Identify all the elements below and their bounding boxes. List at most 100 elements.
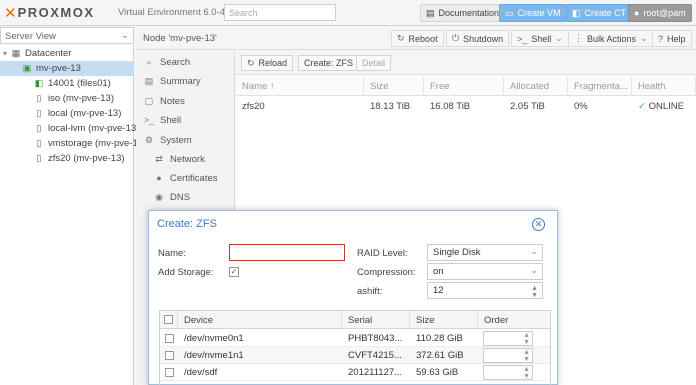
check-circle-icon: ✓ xyxy=(638,101,646,112)
tree-storage-iso[interactable]: ▯ iso (mv-pve-13) xyxy=(34,91,114,106)
create-zfs-label: Create: ZFS xyxy=(304,58,354,68)
name-label: Name: xyxy=(158,248,186,259)
row-checkbox[interactable] xyxy=(165,334,174,343)
storage-icon: ▯ xyxy=(36,93,42,103)
table-row[interactable]: /dev/nvme0n1 PHBT8043... 110.28 GiB ▲ ▼ xyxy=(160,330,550,347)
tree-storage-local[interactable]: ▯ local (mv-pve-13) xyxy=(34,106,122,121)
raid-level-label: RAID Level: xyxy=(357,248,408,259)
server-rack-icon: ▦ xyxy=(11,48,21,58)
menu-label: Search xyxy=(160,56,191,68)
menu-label: Shell xyxy=(160,114,182,126)
tree-storage-local-lvm[interactable]: ▯ local-lvm (mv-pve-13) xyxy=(34,121,140,136)
search-input[interactable]: Search xyxy=(224,4,336,21)
tree-ct-14001[interactable]: ◧ 14001 (files01) xyxy=(34,76,111,91)
col-free[interactable]: Free xyxy=(424,76,504,96)
spinner-icon[interactable]: ▲ ▼ xyxy=(523,349,530,363)
table-row[interactable]: /dev/sdf 201211127... 59.63 GiB ▲ ▼ xyxy=(160,364,550,381)
row-checkbox[interactable] xyxy=(165,368,174,377)
ashift-value: 12 xyxy=(433,285,444,296)
col-health[interactable]: Health xyxy=(632,76,696,96)
menu-label: Notes xyxy=(160,95,185,107)
shutdown-button[interactable]: ⏻ Shutdown xyxy=(446,30,510,47)
reboot-label: Reboot xyxy=(408,33,438,44)
raid-level-select[interactable]: Single Disk ⌄ xyxy=(427,244,543,261)
table-row[interactable]: /dev/nvme1n1 CVFT4215... 372.61 GiB ▲ ▼ xyxy=(160,347,550,364)
user-label: root@pam xyxy=(643,8,686,18)
menu-label: DNS xyxy=(170,191,191,203)
tree-storage-zfs20[interactable]: ▯ zfs20 (mv-pve-13) xyxy=(34,151,125,166)
help-button[interactable]: ? Help xyxy=(652,30,692,47)
col-allocated[interactable]: Allocated xyxy=(504,76,568,96)
select-all-cell xyxy=(160,311,178,329)
storage-icon: ▯ xyxy=(36,123,42,133)
shell-button[interactable]: >_ Shell ⌄ xyxy=(511,30,569,47)
order-stepper[interactable]: ▲ ▼ xyxy=(483,348,533,363)
book-icon: ▤ xyxy=(426,7,435,18)
spinner-icon[interactable]: ▲ ▼ xyxy=(523,332,530,346)
tree-label: local-lvm (mv-pve-13) xyxy=(48,123,140,134)
container-icon: ◧ xyxy=(34,78,44,88)
spinner-icon[interactable]: ▲ ▼ xyxy=(531,285,538,299)
order-stepper[interactable]: ▲ ▼ xyxy=(483,365,533,380)
menu-item-shell[interactable]: >_ Shell xyxy=(143,112,181,128)
cube-icon: ◧ xyxy=(572,7,581,18)
menu-item-certificates[interactable]: ● Certificates xyxy=(153,170,217,186)
name-input[interactable] xyxy=(229,244,345,261)
documentation-label: Documentation xyxy=(438,8,500,18)
server-view-select[interactable]: Server View ⌄ xyxy=(0,27,134,44)
cell-size: 110.28 GiB xyxy=(416,333,463,344)
col-device[interactable]: Device xyxy=(178,311,342,329)
menu-item-system[interactable]: ⚙ System xyxy=(143,132,192,148)
logo-text: PROXMOX xyxy=(17,5,95,20)
col-serial[interactable]: Serial xyxy=(342,311,410,329)
power-icon: ⏻ xyxy=(452,33,460,43)
menu-item-search[interactable]: ⌕ Search xyxy=(143,54,190,70)
create-zfs-dialog: Create: ZFS ✕ Name: Add Storage: ✓ RAID … xyxy=(148,210,558,385)
create-ct-button[interactable]: ◧ Create CT xyxy=(566,4,633,22)
row-checkbox[interactable] xyxy=(165,351,174,360)
proxmox-logo[interactable]: ✕ PROXMOX xyxy=(4,5,95,21)
detail-button[interactable]: Detail xyxy=(356,55,392,71)
tree-node-mv-pve-13[interactable]: ▣ mv-pve-13 xyxy=(0,61,134,76)
menu-item-notes[interactable]: ▢ Notes xyxy=(143,93,185,109)
order-stepper[interactable]: ▲ ▼ xyxy=(483,331,533,346)
menu-item-dns[interactable]: ◉ DNS xyxy=(153,189,190,205)
close-icon[interactable]: ✕ xyxy=(532,218,545,231)
add-storage-checkbox[interactable]: ✓ xyxy=(229,267,239,277)
zfs-toolbar: ↻ Reload Create: ZFS Detail xyxy=(236,51,696,75)
detail-label: Detail xyxy=(362,58,386,68)
col-order[interactable]: Order xyxy=(478,311,550,329)
help-label: Help xyxy=(667,33,686,44)
col-size[interactable]: Size xyxy=(410,311,478,329)
tree-storage-vmstorage[interactable]: ▯ vmstorage (mv-pve-1 xyxy=(34,136,138,151)
raid-level-value: Single Disk xyxy=(433,247,481,258)
col-name[interactable]: Name ↑ xyxy=(236,76,364,96)
reboot-button[interactable]: ↻ Reboot xyxy=(391,30,444,47)
reload-button[interactable]: ↻ Reload xyxy=(241,55,294,71)
cell-name: zfs20 xyxy=(242,101,265,112)
terminal-icon: >_ xyxy=(517,33,528,44)
menu-item-network[interactable]: ⇄ Network xyxy=(153,151,205,167)
reload-label[interactable]: Reload xyxy=(259,58,288,68)
collapse-icon[interactable]: ▾ xyxy=(3,49,7,58)
col-fragmentation[interactable]: Fragmenta... xyxy=(568,76,632,96)
user-menu-button[interactable]: ● root@pam xyxy=(628,4,692,22)
ashift-stepper[interactable]: 12 ▲ ▼ xyxy=(427,282,543,299)
documentation-button[interactable]: ▤ Documentation xyxy=(420,4,506,22)
user-icon: ● xyxy=(634,8,640,18)
cell-health: ✓ ONLINE xyxy=(632,97,696,115)
create-zfs-button[interactable]: Create: ZFS xyxy=(298,55,360,71)
create-vm-button[interactable]: ▭ Create VM xyxy=(499,4,567,22)
health-label: ONLINE xyxy=(648,101,684,112)
cell-size: 59.63 GiB xyxy=(416,367,459,378)
menu-item-summary[interactable]: ▤ Summary xyxy=(143,73,201,89)
compression-label: Compression: xyxy=(357,267,416,278)
spinner-icon[interactable]: ▲ ▼ xyxy=(523,366,530,380)
compression-select[interactable]: on ⌄ xyxy=(427,263,543,280)
col-size[interactable]: Size xyxy=(364,76,424,96)
tree-datacenter[interactable]: ▦ Datacenter xyxy=(11,46,72,61)
bulk-actions-button[interactable]: ⋮ Bulk Actions ⌄ xyxy=(568,30,654,47)
select-all-checkbox[interactable] xyxy=(164,315,173,324)
create-ct-label: Create CT xyxy=(584,8,627,18)
cell-free: 16.08 TiB xyxy=(430,101,471,112)
